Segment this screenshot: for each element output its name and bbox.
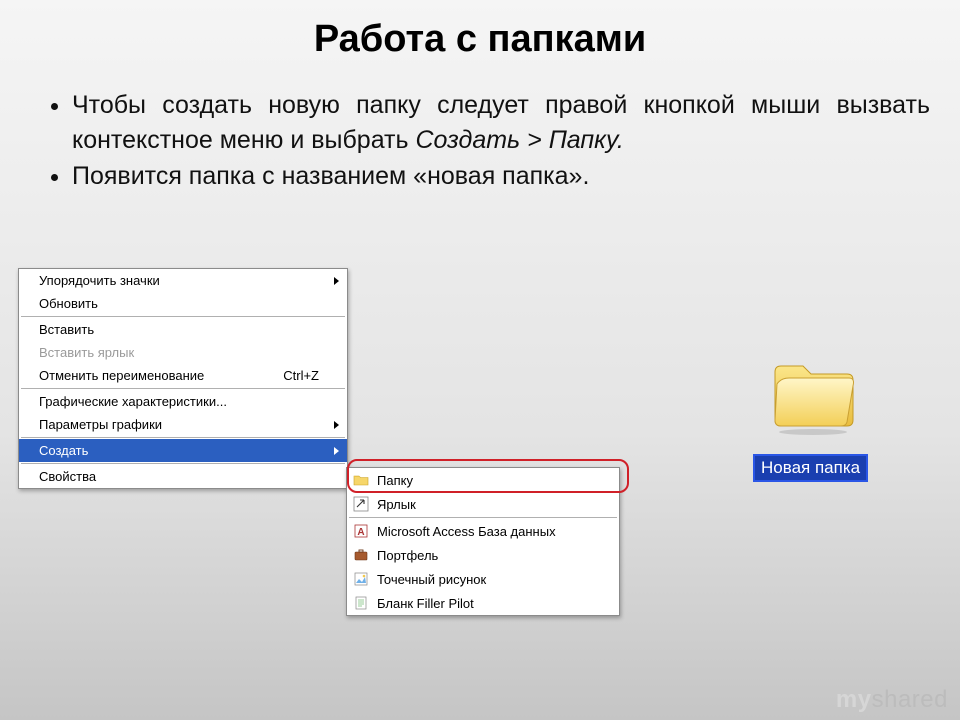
- menu-item-properties[interactable]: Свойства: [19, 465, 347, 488]
- menu-item-create[interactable]: Создать: [19, 439, 347, 462]
- submenu-arrow-icon: [334, 421, 339, 429]
- submenu-item-bitmap[interactable]: Точечный рисунок: [347, 567, 619, 591]
- submenu-item-label: Ярлык: [377, 497, 416, 512]
- menu-item-graphics-characteristics[interactable]: Графические характеристики...: [19, 390, 347, 413]
- briefcase-icon: [353, 547, 369, 563]
- menu-item-refresh[interactable]: Обновить: [19, 292, 347, 315]
- submenu-item-filler-pilot[interactable]: Бланк Filler Pilot: [347, 591, 619, 615]
- access-icon: A: [353, 523, 369, 539]
- watermark: myshared: [836, 686, 948, 714]
- svg-text:A: A: [357, 527, 364, 538]
- submenu-item-label: Папку: [377, 473, 413, 488]
- submenu-arrow-icon: [334, 447, 339, 455]
- bullet-1: Чтобы создать новую папку следует правой…: [72, 88, 930, 157]
- menu-item-label: Упорядочить значки: [39, 273, 160, 288]
- submenu-item-shortcut[interactable]: Ярлык: [347, 492, 619, 516]
- menu-item-arrange-icons[interactable]: Упорядочить значки: [19, 269, 347, 292]
- new-folder-icon[interactable]: [767, 356, 859, 436]
- menu-item-shortcut: Ctrl+Z: [283, 368, 319, 383]
- bullet-1-italic: Создать > Папку.: [415, 126, 623, 154]
- menu-item-paste-shortcut: Вставить ярлык: [19, 341, 347, 364]
- menu-item-label: Вставить: [39, 322, 94, 337]
- menu-separator: [21, 316, 345, 317]
- submenu-item-access[interactable]: A Microsoft Access База данных: [347, 519, 619, 543]
- menu-item-label: Вставить ярлык: [39, 345, 134, 360]
- menu-item-label: Графические характеристики...: [39, 394, 227, 409]
- menu-item-label: Обновить: [39, 296, 98, 311]
- context-menu: Упорядочить значки Обновить Вставить Вст…: [18, 268, 348, 489]
- menu-item-undo-rename[interactable]: Отменить переименование Ctrl+Z: [19, 364, 347, 387]
- folder-icon: [353, 472, 369, 488]
- submenu-item-briefcase[interactable]: Портфель: [347, 543, 619, 567]
- menu-item-label: Отменить переименование: [39, 368, 204, 383]
- submenu-item-label: Microsoft Access База данных: [377, 524, 556, 539]
- submenu-item-label: Точечный рисунок: [377, 572, 486, 587]
- menu-item-paste[interactable]: Вставить: [19, 318, 347, 341]
- create-submenu: Папку Ярлык A Microsoft Access База данн…: [346, 467, 620, 616]
- submenu-item-label: Портфель: [377, 548, 438, 563]
- bitmap-icon: [353, 571, 369, 587]
- bullet-2: Появится папка с названием «новая папка»…: [72, 159, 930, 194]
- watermark-my: my: [836, 686, 872, 713]
- bullet-list: Чтобы создать новую папку следует правой…: [40, 88, 930, 194]
- submenu-item-folder[interactable]: Папку: [347, 468, 619, 492]
- slide-title: Работа с папками: [0, 18, 960, 61]
- document-icon: [353, 595, 369, 611]
- menu-item-label: Свойства: [39, 469, 96, 484]
- menu-item-label: Параметры графики: [39, 417, 162, 432]
- menu-separator: [21, 463, 345, 464]
- menu-separator: [349, 517, 617, 518]
- submenu-arrow-icon: [334, 277, 339, 285]
- menu-item-graphics-params[interactable]: Параметры графики: [19, 413, 347, 436]
- menu-separator: [21, 388, 345, 389]
- submenu-item-label: Бланк Filler Pilot: [377, 596, 474, 611]
- watermark-shared: shared: [872, 686, 948, 713]
- shortcut-icon: [353, 496, 369, 512]
- menu-separator: [21, 437, 345, 438]
- menu-item-label: Создать: [39, 443, 88, 458]
- new-folder-label[interactable]: Новая папка: [753, 454, 868, 482]
